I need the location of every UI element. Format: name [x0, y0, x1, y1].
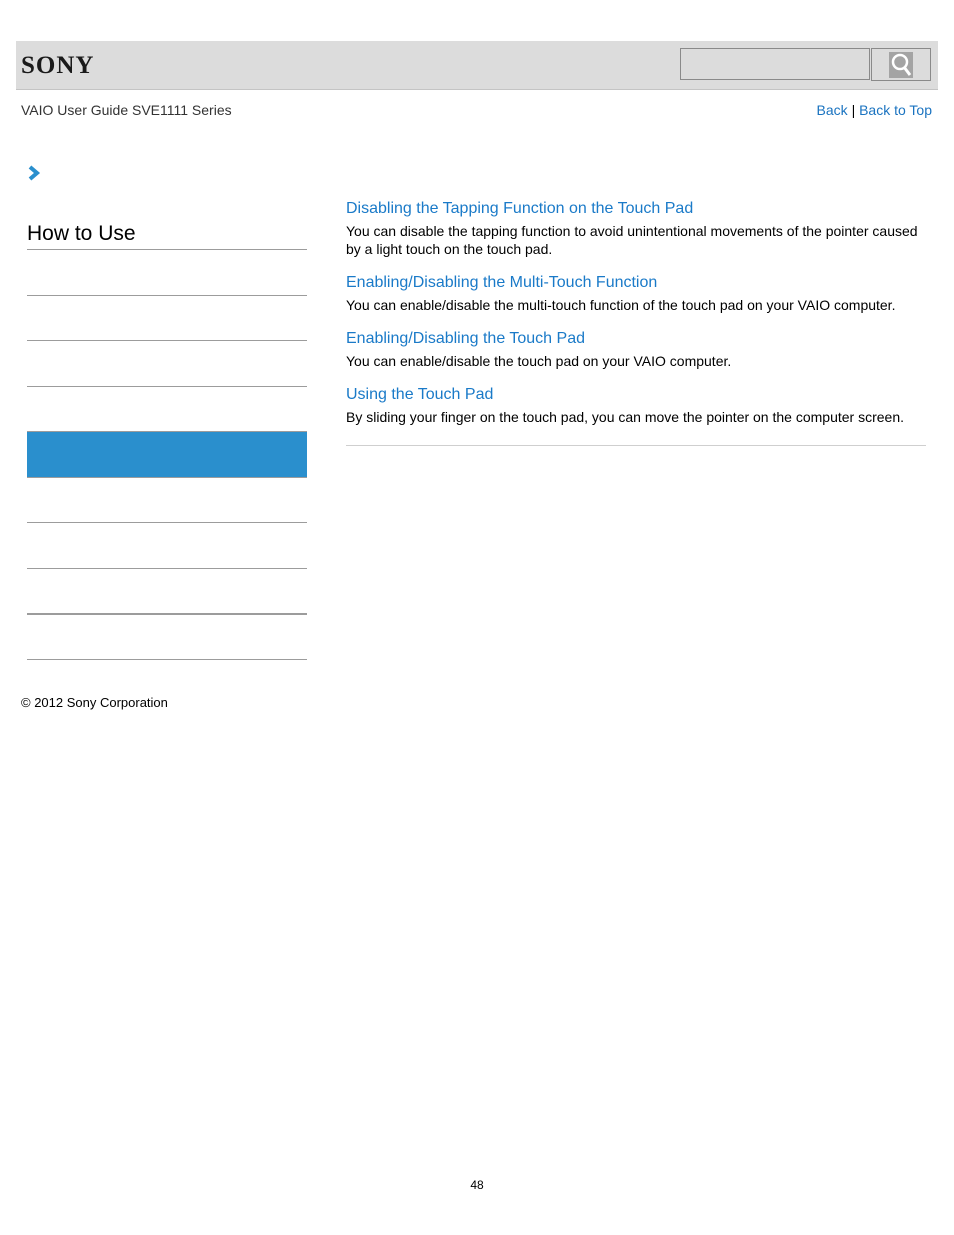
search-button[interactable]	[871, 48, 931, 81]
sidebar-item-7[interactable]	[27, 523, 307, 567]
sidebar-item-3[interactable]	[27, 341, 307, 385]
search-icon	[889, 52, 913, 78]
sidebar-item-6[interactable]	[27, 478, 307, 522]
sidebar-item-1[interactable]	[27, 250, 307, 294]
sony-logo: SONY	[21, 52, 95, 79]
guide-title: VAIO User Guide SVE1111 Series	[21, 102, 232, 118]
topic-link[interactable]: Enabling/Disabling the Touch Pad	[346, 330, 931, 348]
sidebar-divider	[27, 659, 307, 660]
topic-link[interactable]: Enabling/Disabling the Multi-Touch Funct…	[346, 274, 931, 292]
copyright: © 2012 Sony Corporation	[21, 695, 168, 710]
search-input[interactable]	[680, 48, 870, 80]
back-to-top-link[interactable]: Back to Top	[859, 102, 932, 118]
sidebar-item-8[interactable]	[27, 569, 307, 613]
topic-description: You can enable/disable the multi-touch f…	[346, 297, 896, 313]
topic-item: Enabling/Disabling the Multi-Touch Funct…	[346, 274, 931, 314]
topic-description: By sliding your finger on the touch pad,…	[346, 409, 904, 425]
topic-link[interactable]: Using the Touch Pad	[346, 386, 931, 404]
sidebar-item-2[interactable]	[27, 296, 307, 340]
sidebar-item-5-active[interactable]	[27, 432, 307, 477]
header-bar: SONY	[16, 41, 938, 90]
chevron-right-icon[interactable]	[27, 165, 41, 186]
sidebar-item-4[interactable]	[27, 387, 307, 431]
topic-link[interactable]: Disabling the Tapping Function on the To…	[346, 200, 931, 218]
page-number: 48	[470, 1178, 484, 1192]
sidebar-title: How to Use	[27, 222, 136, 245]
nav-separator: |	[851, 102, 856, 118]
content-divider	[346, 445, 926, 446]
topic-description: You can disable the tapping function to …	[346, 223, 918, 257]
topic-description: You can enable/disable the touch pad on …	[346, 353, 732, 369]
back-link[interactable]: Back	[817, 102, 848, 118]
sidebar-item-9[interactable]	[27, 615, 307, 659]
topic-item: Using the Touch Pad By sliding your fing…	[346, 386, 931, 426]
nav-links: Back | Back to Top	[817, 102, 932, 118]
topic-item: Disabling the Tapping Function on the To…	[346, 200, 931, 258]
topic-item: Enabling/Disabling the Touch Pad You can…	[346, 330, 931, 370]
